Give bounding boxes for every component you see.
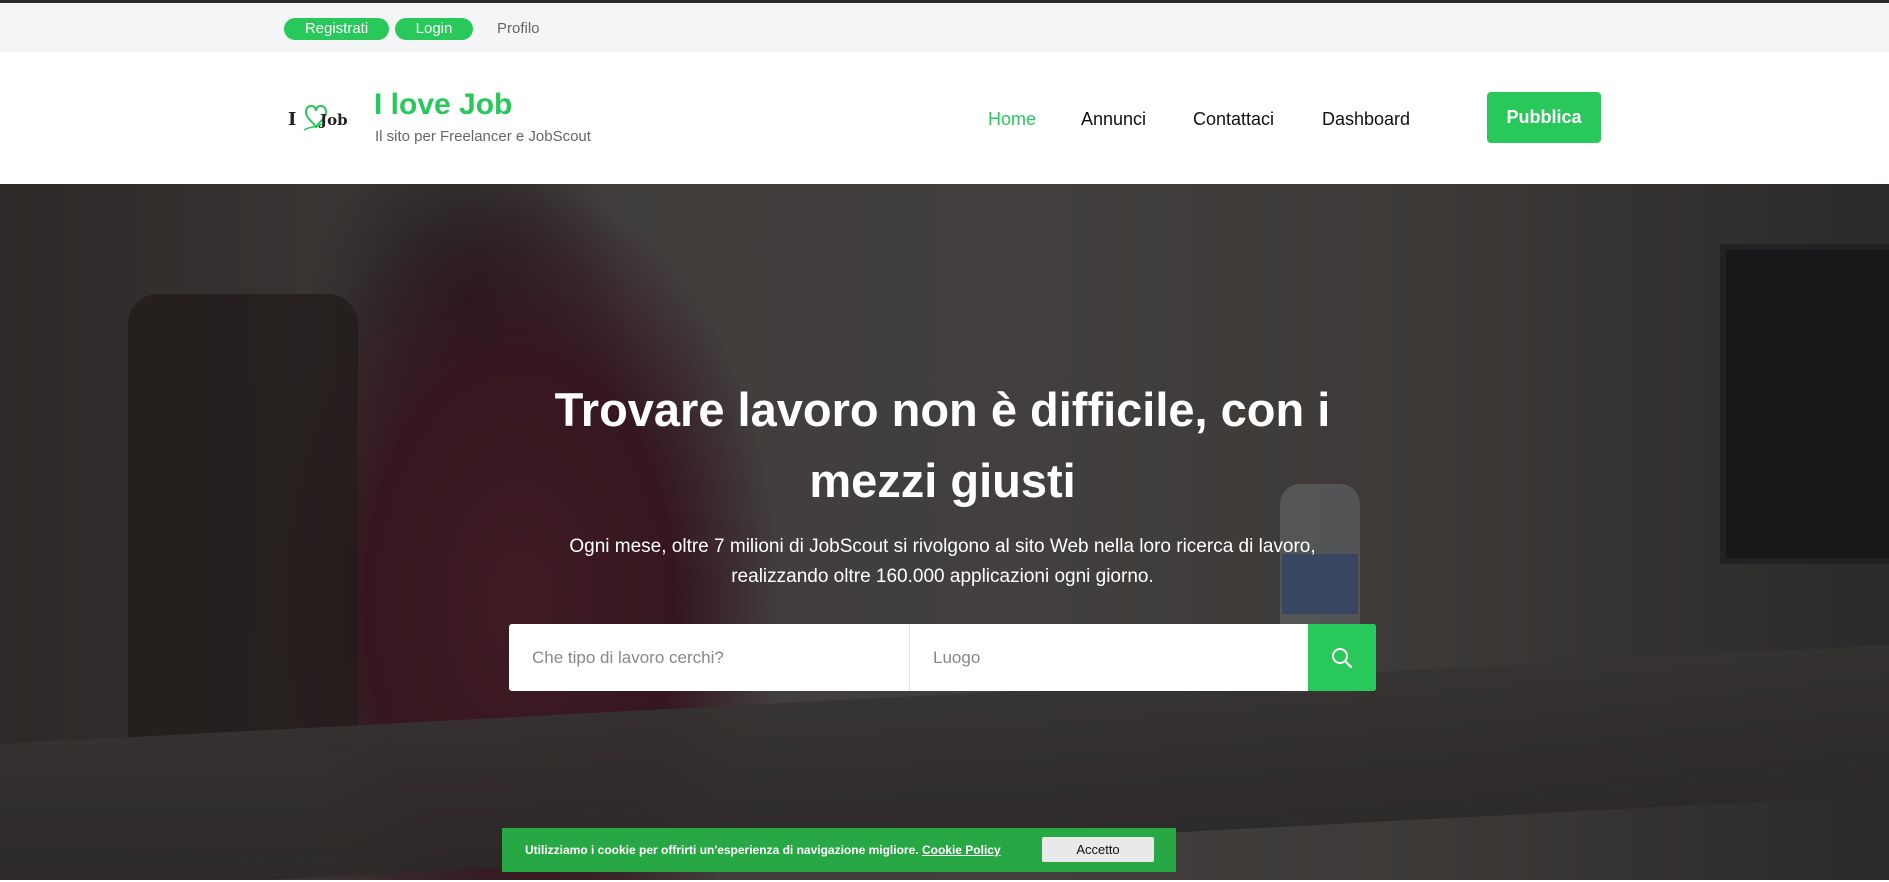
nav-annunci[interactable]: Annunci bbox=[1081, 106, 1146, 132]
nav-home[interactable]: Home bbox=[988, 106, 1036, 132]
hero-subtitle: Ogni mese, oltre 7 milioni di JobScout s… bbox=[569, 536, 1316, 587]
top-bar: Registrati Login Profilo bbox=[0, 3, 1889, 52]
profile-link[interactable]: Profilo bbox=[497, 18, 540, 40]
svg-text:Job: Job bbox=[318, 111, 348, 129]
brand-title[interactable]: I love Job bbox=[374, 87, 512, 123]
hero-banner: Trovare lavoro non è difficile, con i me… bbox=[0, 184, 1889, 880]
logo[interactable]: I Job bbox=[286, 100, 350, 134]
login-button[interactable]: Login bbox=[395, 18, 473, 40]
cookie-accept-button[interactable]: Accetto bbox=[1042, 837, 1154, 862]
brand-tagline: Il sito per Freelancer e JobScout bbox=[375, 128, 591, 145]
cookie-policy-link[interactable]: Cookie Policy bbox=[922, 843, 1001, 857]
page: Registrati Login Profilo I Job I love Jo… bbox=[0, 0, 1889, 882]
site-header: I Job I love Job Il sito per Freelancer … bbox=[0, 52, 1889, 184]
location-input[interactable] bbox=[910, 624, 1308, 691]
job-type-input[interactable] bbox=[509, 624, 909, 691]
nav-dashboard[interactable]: Dashboard bbox=[1322, 106, 1410, 132]
search-icon bbox=[1332, 647, 1353, 668]
cookie-message: Utilizziamo i cookie per offrirti un'esp… bbox=[525, 841, 1001, 859]
job-search-form bbox=[509, 624, 1376, 691]
cookie-banner: Utilizziamo i cookie per offrirti un'esp… bbox=[502, 828, 1176, 872]
hero-title: Trovare lavoro non è difficile, con i me… bbox=[554, 383, 1331, 507]
svg-text:I: I bbox=[288, 109, 296, 130]
publish-button[interactable]: Pubblica bbox=[1487, 92, 1601, 143]
register-button[interactable]: Registrati bbox=[284, 18, 389, 40]
heart-logo-icon: I Job bbox=[288, 104, 348, 131]
search-button[interactable] bbox=[1308, 624, 1376, 691]
nav-contattaci[interactable]: Contattaci bbox=[1193, 106, 1274, 132]
cookie-text: Utilizziamo i cookie per offrirti un'esp… bbox=[525, 843, 919, 857]
